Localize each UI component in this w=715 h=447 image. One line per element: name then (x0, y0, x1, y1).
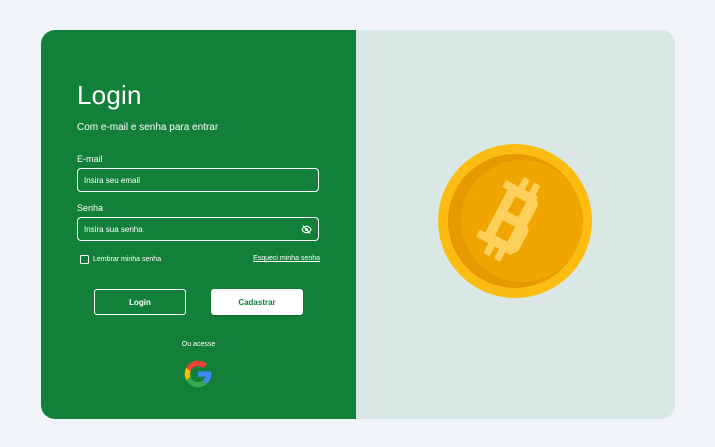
password-label: Senha (77, 203, 104, 213)
email-label: E-mail (77, 154, 103, 164)
signup-button[interactable]: Cadastrar (211, 289, 303, 315)
illustration-panel (356, 30, 675, 419)
alt-access-label: Ou acesse (181, 341, 216, 348)
remember-checkbox[interactable] (80, 255, 89, 264)
page-subtitle: Com e-mail e senha para entrar (77, 122, 219, 133)
eye-off-icon[interactable] (301, 224, 312, 235)
forgot-password-link[interactable]: Esqueci minha senha (253, 255, 320, 262)
remember-label: Lembrar minha senha (93, 256, 162, 263)
bitcoin-coin-icon (438, 144, 592, 298)
remember-option[interactable]: Lembrar minha senha (80, 255, 161, 264)
email-field-box[interactable] (77, 168, 319, 192)
password-field-box[interactable] (77, 217, 319, 241)
email-field[interactable] (84, 175, 312, 185)
login-panel: Login Com e-mail e senha para entrar E-m… (41, 30, 356, 419)
password-field[interactable] (84, 224, 301, 234)
login-button[interactable]: Login (94, 289, 186, 315)
login-card: Login Com e-mail e senha para entrar E-m… (41, 30, 675, 419)
google-icon[interactable] (182, 358, 214, 390)
page-title: Login (77, 80, 142, 110)
